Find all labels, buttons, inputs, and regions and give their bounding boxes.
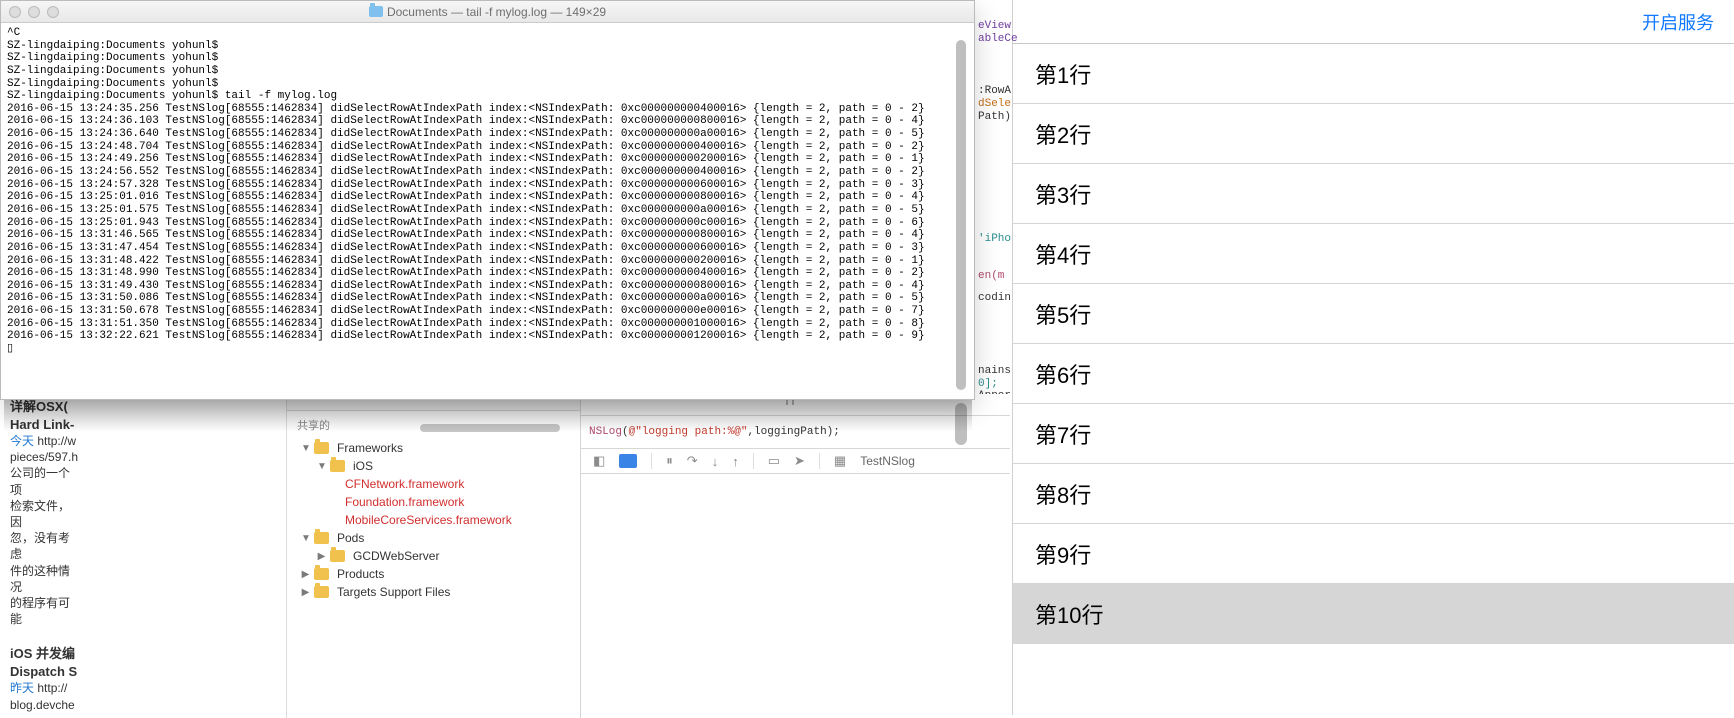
blog-sidebar-fragment: 详解OSX( Hard Link- 今天 http://w pieces/597… — [10, 398, 80, 713]
debug-toolbar: ◧ ⏸ ↷ ↓ ↑ ▭ ➤ ▦ TestNSlog — [581, 448, 1010, 474]
nav-bar: 开启服务 — [1013, 0, 1734, 44]
folder-icon — [314, 442, 329, 454]
table-row[interactable]: 第7行 — [1013, 404, 1734, 464]
table-row[interactable]: 第8行 — [1013, 464, 1734, 524]
breadcrumb[interactable]: TestNSlog — [860, 454, 915, 468]
folder-icon — [314, 532, 329, 544]
location-icon[interactable]: ➤ — [794, 453, 805, 469]
table-row[interactable]: 第9行 — [1013, 524, 1734, 584]
app-icon: ▦ — [834, 453, 846, 469]
table-row[interactable]: 第4行 — [1013, 224, 1734, 284]
folder-icon — [314, 586, 329, 598]
table-row[interactable]: 第2行 — [1013, 104, 1734, 164]
folder-icon — [314, 568, 329, 580]
zoom-icon[interactable] — [47, 6, 59, 18]
start-service-button[interactable]: 开启服务 — [1642, 9, 1714, 35]
folder-icon — [330, 460, 345, 472]
minimize-icon[interactable] — [28, 6, 40, 18]
ios-simulator: 开启服务 第1行第2行第3行第4行第5行第6行第7行第8行第9行第10行 — [1012, 0, 1734, 715]
continue-icon[interactable] — [619, 454, 637, 468]
close-icon[interactable] — [9, 6, 21, 18]
terminal-output[interactable]: ^C SZ-lingdaiping:Documents yohunl$ SZ-l… — [1, 23, 974, 399]
table-row[interactable]: 第3行 — [1013, 164, 1734, 224]
editor-pane: NSLog(@"logging path:%@",loggingPath); ◧… — [580, 394, 1010, 718]
hide-debug-icon[interactable]: ◧ — [593, 453, 605, 469]
horizontal-scrollbar[interactable] — [420, 424, 560, 432]
step-out-icon[interactable]: ↑ — [732, 454, 739, 469]
terminal-scrollbar[interactable] — [956, 40, 966, 390]
terminal-window: Documents — tail -f mylog.log — 149×29 ^… — [0, 0, 975, 400]
step-in-icon[interactable]: ↓ — [712, 454, 719, 469]
window-titlebar[interactable]: Documents — tail -f mylog.log — 149×29 — [1, 1, 974, 23]
pause-icon[interactable]: ⏸ — [666, 453, 673, 469]
folder-icon — [369, 6, 383, 17]
window-title: Documents — tail -f mylog.log — 149×29 — [387, 5, 606, 19]
table-row[interactable]: 第10行 — [1013, 584, 1734, 644]
code-fragment-right: eView ableCe :RowA dSele Path) 'iPho en(… — [978, 0, 1013, 403]
table-view[interactable]: 第1行第2行第3行第4行第5行第6行第7行第8行第9行第10行 — [1013, 44, 1734, 644]
step-over-icon[interactable]: ↷ — [687, 453, 698, 469]
view-icon[interactable]: ▭ — [768, 453, 780, 469]
table-row[interactable]: 第5行 — [1013, 284, 1734, 344]
folder-icon — [330, 550, 345, 562]
table-row[interactable]: 第6行 — [1013, 344, 1734, 404]
table-row[interactable]: 第1行 — [1013, 44, 1734, 104]
